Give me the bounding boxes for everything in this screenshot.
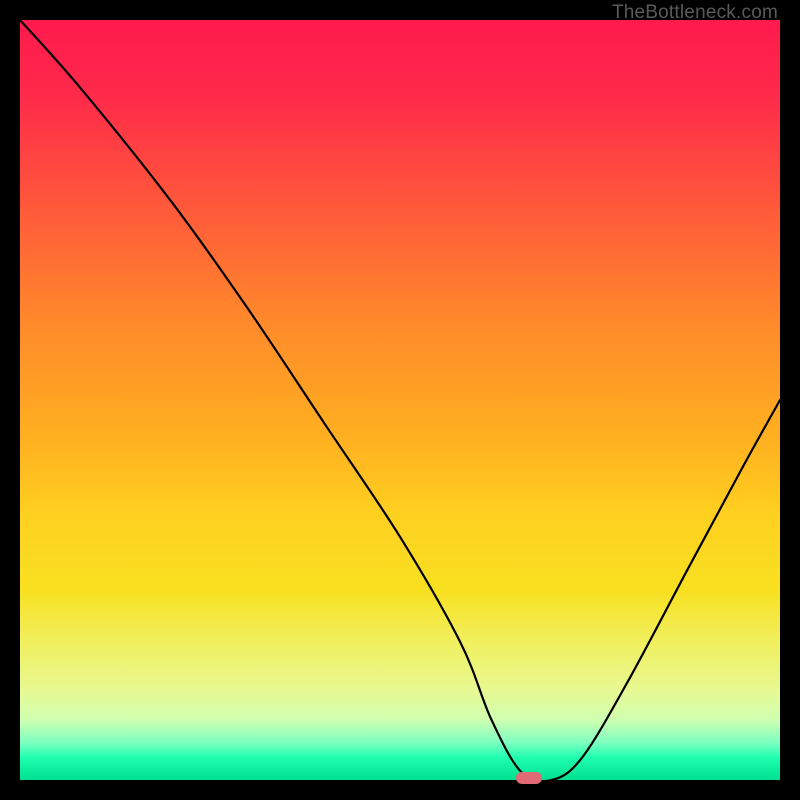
optimal-point-marker [516,772,542,784]
curve-layer [20,20,780,780]
bottleneck-curve-path [20,20,780,781]
bottleneck-chart: TheBottleneck.com [0,0,800,800]
